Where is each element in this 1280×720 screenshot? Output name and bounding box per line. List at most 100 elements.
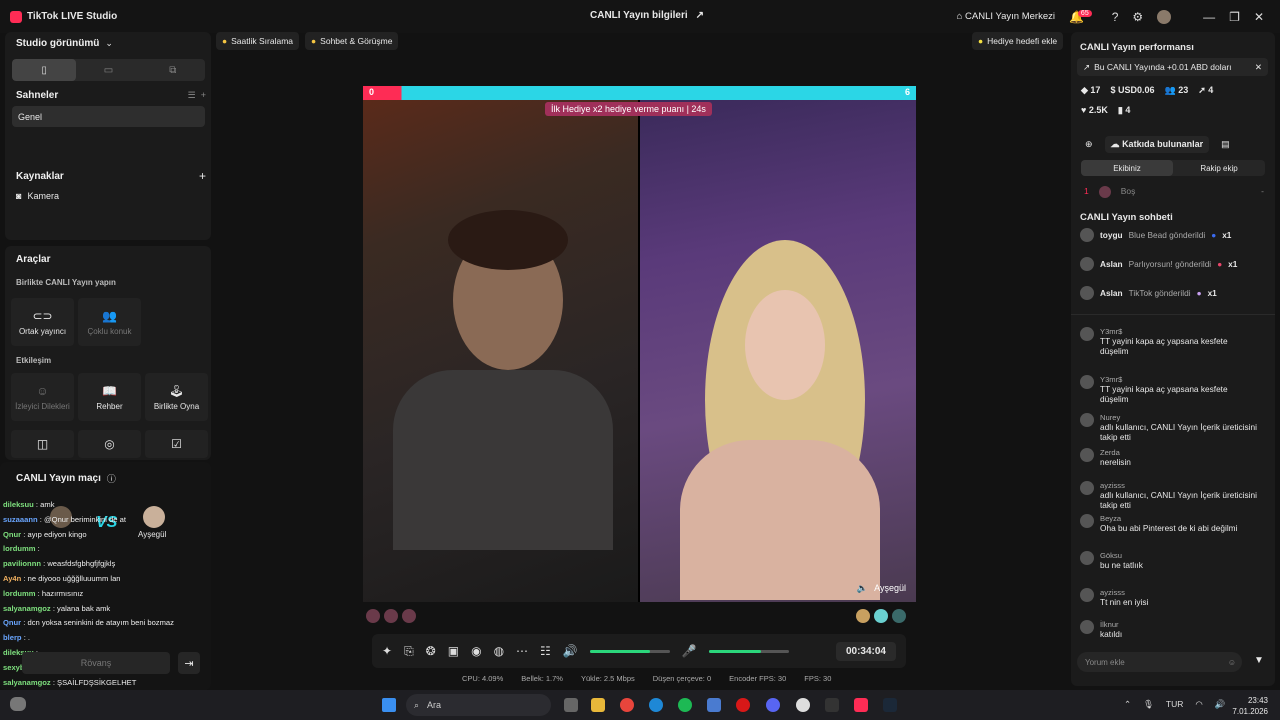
chat-username[interactable]: suzaaann: [3, 515, 38, 524]
chat-username[interactable]: pavilionnn: [3, 559, 41, 568]
live-info-title[interactable]: CANLI Yayın bilgileri ↗: [590, 10, 704, 21]
chat-username[interactable]: Beyza: [1100, 514, 1258, 523]
avatar[interactable]: [1080, 620, 1094, 634]
chat-call-chip[interactable]: ● Sohbet & Görüşme: [305, 32, 399, 50]
discord-icon[interactable]: [766, 698, 780, 712]
help-icon[interactable]: ?: [1112, 10, 1119, 24]
mic-icon[interactable]: 🎤: [682, 644, 697, 658]
chat-username[interactable]: ayzisss: [1100, 588, 1258, 597]
list-icon[interactable]: ☰: [188, 90, 196, 100]
app-icon[interactable]: [707, 698, 721, 712]
beauty-icon[interactable]: ❂: [426, 644, 436, 658]
record-icon[interactable]: ◉: [471, 644, 481, 658]
task-view-icon[interactable]: [564, 698, 578, 712]
tool-extra-3[interactable]: ☑: [145, 430, 208, 458]
avatar[interactable]: [1080, 448, 1094, 462]
gift-sender[interactable]: Aslan: [1100, 259, 1123, 269]
steam-icon[interactable]: [883, 698, 897, 712]
chat-username[interactable]: dileksuu: [3, 500, 34, 509]
chat-username[interactable]: Qnur: [3, 530, 21, 539]
emoji-icon[interactable]: ☺: [1228, 658, 1236, 667]
multi-guest-button[interactable]: 👥 Çoklu konuk: [78, 298, 141, 346]
avatar[interactable]: [1080, 375, 1094, 389]
gift-sender[interactable]: Aslan: [1100, 288, 1123, 298]
tiktok-studio-icon[interactable]: [854, 698, 868, 712]
volume-slider[interactable]: [589, 649, 670, 653]
close-icon[interactable]: ✕: [1254, 10, 1264, 24]
speaker-icon[interactable]: 🔈: [857, 583, 868, 594]
chat-username[interactable]: Göksu: [1100, 551, 1258, 560]
volume-icon[interactable]: 🔊: [563, 644, 578, 658]
add-user-icon[interactable]: ⊕: [1085, 139, 1093, 150]
live-center-button[interactable]: ⌂ CANLI Yayın Merkezi: [957, 11, 1055, 22]
chat-username[interactable]: Qnur: [3, 618, 21, 627]
chat-username[interactable]: Zerda: [1100, 448, 1258, 457]
edge-icon[interactable]: [649, 698, 663, 712]
chat-username[interactable]: salyanamgoz: [3, 678, 51, 687]
avatar[interactable]: [1080, 257, 1094, 271]
filter-icon[interactable]: ▼: [1254, 655, 1264, 666]
multi-layout-icon[interactable]: ⧉: [141, 59, 205, 81]
windows-start-icon[interactable]: [382, 698, 396, 712]
more-icon[interactable]: ⋯: [516, 644, 528, 658]
chat-username[interactable]: ayzisss: [1100, 481, 1258, 490]
screen-icon[interactable]: ▣: [448, 644, 459, 658]
gift-sender[interactable]: toygu: [1100, 230, 1123, 240]
maximize-icon[interactable]: ❐: [1229, 10, 1240, 24]
chat-username[interactable]: salyanamgoz: [3, 604, 51, 613]
co-host-button[interactable]: ⊂⊃ Ortak yayıncı: [11, 298, 74, 346]
avatar[interactable]: [1157, 9, 1172, 24]
chat-username[interactable]: Nurey: [1100, 413, 1258, 422]
rematch-button[interactable]: Rövanş: [22, 652, 170, 674]
avatar[interactable]: [1080, 413, 1094, 427]
live-preview[interactable]: 06 İlk Hediye x2 hediye verme puanı | 24…: [363, 86, 916, 602]
comment-input[interactable]: Yorum ekle ☺: [1077, 652, 1242, 672]
taskbar-search[interactable]: ⌕ Ara: [406, 694, 551, 716]
wifi-icon[interactable]: ◠: [1195, 699, 1202, 710]
app-icon[interactable]: [825, 698, 839, 712]
tab-rival[interactable]: Rakip ekip: [1173, 160, 1265, 176]
play-together-button[interactable]: 🕹 Birlikte Oyna: [145, 373, 208, 421]
list-icon[interactable]: ▤: [1221, 139, 1230, 150]
avatar[interactable]: [1080, 481, 1094, 495]
avatar[interactable]: [1080, 286, 1094, 300]
share-icon[interactable]: ↗: [696, 10, 704, 21]
gift-goal-button[interactable]: ● Hediye hedefi ekle: [972, 32, 1064, 50]
mic-slider[interactable]: [708, 649, 789, 653]
contributors-button[interactable]: ☁ Katkıda bulunanlar: [1104, 136, 1210, 153]
weather-icon[interactable]: [10, 697, 26, 711]
studio-view-dropdown[interactable]: Studio görünümü ⌄: [16, 38, 113, 49]
tool-extra-2[interactable]: ◎: [78, 430, 141, 458]
chat-username[interactable]: lordumm: [3, 589, 36, 598]
help-icon[interactable]: ⓘ: [107, 472, 116, 485]
gear-icon[interactable]: ⚙: [1132, 10, 1143, 24]
magic-wand-icon[interactable]: ✦: [382, 644, 392, 658]
language-indicator[interactable]: TUR: [1166, 699, 1183, 710]
chat-username[interactable]: İlknur: [1100, 620, 1258, 629]
avatar[interactable]: [1080, 228, 1094, 242]
add-source-icon[interactable]: +: [199, 169, 206, 183]
opera-icon[interactable]: [736, 698, 750, 712]
chat-username[interactable]: Ay4n: [3, 574, 21, 583]
opponent-avatar[interactable]: [143, 506, 165, 528]
avatar[interactable]: [1080, 514, 1094, 528]
effects-icon[interactable]: ⎘: [404, 644, 414, 659]
mixer-icon[interactable]: ☷: [540, 644, 551, 658]
chevron-up-icon[interactable]: ⌃: [1124, 699, 1131, 710]
guide-button[interactable]: 📖 Rehber: [78, 373, 141, 421]
app-icon[interactable]: [796, 698, 810, 712]
portrait-icon[interactable]: ▯: [12, 59, 77, 81]
chat-username[interactable]: blerp: [3, 633, 22, 642]
tab-team[interactable]: Ekibiniz: [1081, 160, 1173, 176]
earnings-banner[interactable]: ↗ Bu CANLI Yayında +0.01 ABD doları ✕: [1077, 58, 1268, 76]
viewer-requests-button[interactable]: ☺ İzleyici Dilekleri: [11, 373, 74, 421]
avatar[interactable]: [1080, 588, 1094, 602]
mic-icon[interactable]: 🎙: [1143, 699, 1154, 710]
landscape-icon[interactable]: ▭: [76, 59, 140, 81]
avatar[interactable]: [1080, 551, 1094, 565]
chat-username[interactable]: Y3mr$: [1100, 327, 1258, 336]
chat-username[interactable]: lordumm: [3, 544, 36, 553]
exit-icon[interactable]: ⇥: [178, 652, 200, 674]
capture-icon[interactable]: ◍: [494, 644, 504, 658]
file-explorer-icon[interactable]: [591, 698, 605, 712]
